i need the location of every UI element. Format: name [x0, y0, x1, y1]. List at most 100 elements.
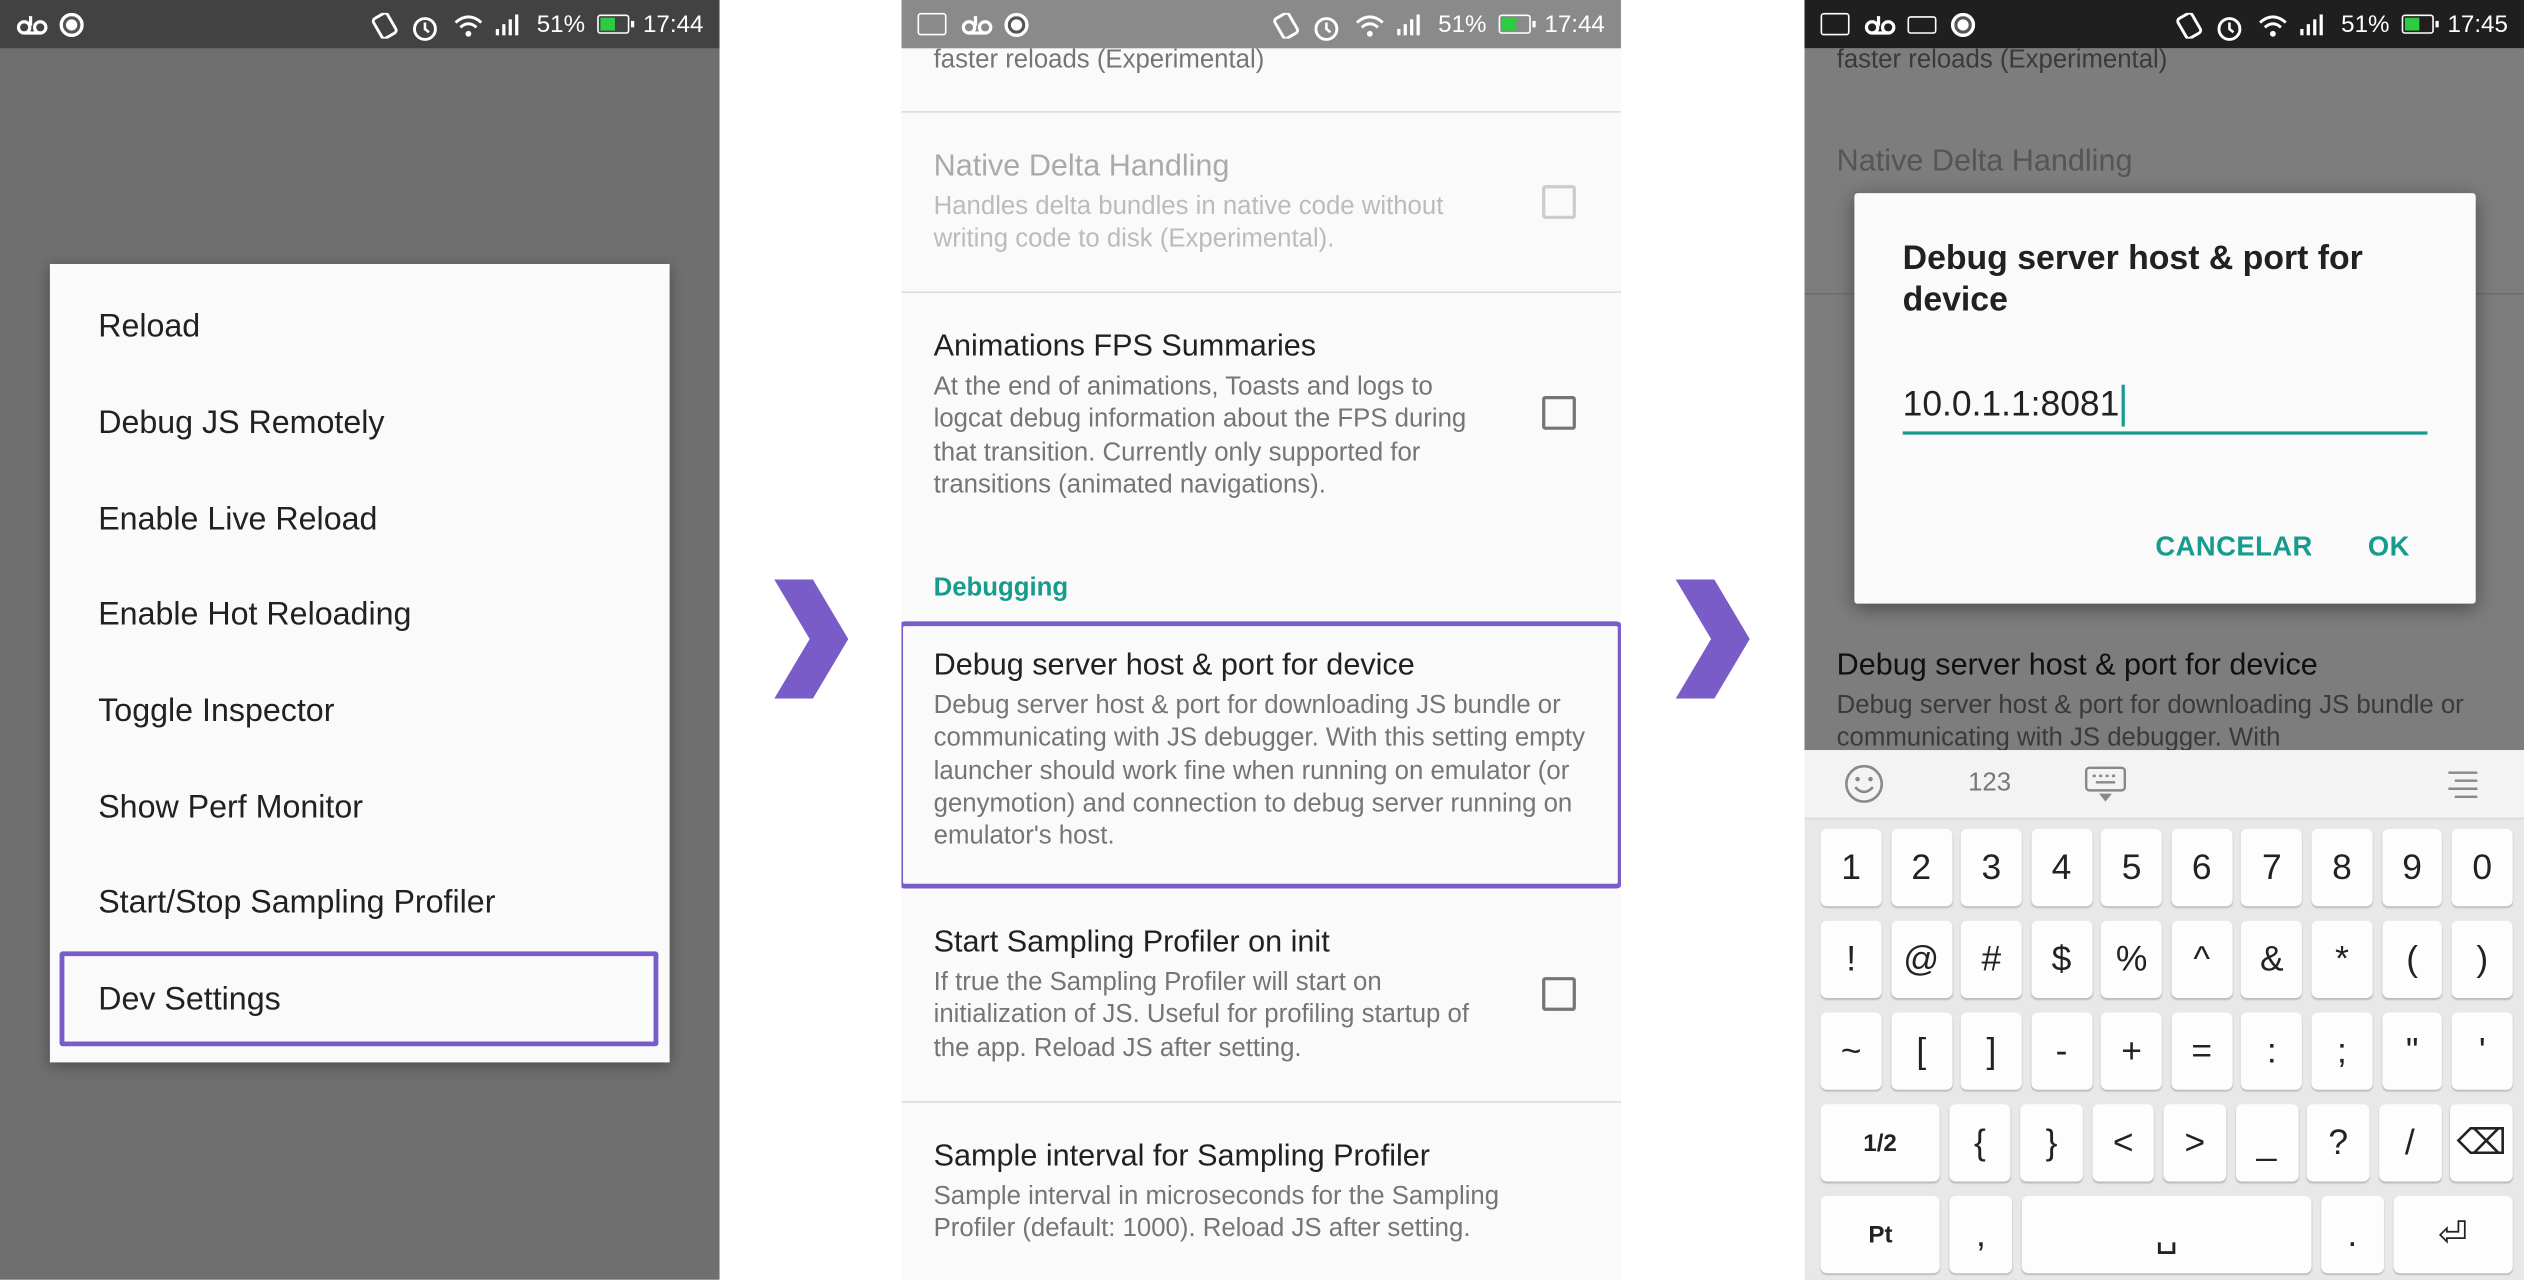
- cancel-button[interactable]: CANCELAR: [2155, 531, 2312, 563]
- key-language[interactable]: Pt: [1820, 1196, 1941, 1274]
- voicemail-icon: [961, 13, 993, 36]
- ok-button[interactable]: OK: [2368, 531, 2410, 563]
- key[interactable]: }: [2020, 1104, 2083, 1182]
- keyboard-menu-icon[interactable]: [2442, 761, 2484, 806]
- menu-item-enable-hot-reloading[interactable]: Enable Hot Reloading: [50, 568, 670, 664]
- alarm-icon: [1313, 13, 1342, 41]
- menu-item-show-perf-monitor[interactable]: Show Perf Monitor: [50, 760, 670, 856]
- setting-sample-interval[interactable]: Sample interval for Sampling Profiler Sa…: [901, 1104, 1621, 1279]
- vibrate-icon: [1271, 11, 1300, 40]
- menu-item-reload[interactable]: Reload: [50, 280, 670, 376]
- key[interactable]: ~: [1820, 1012, 1882, 1090]
- soft-keyboard: 123 1 2 3 4 5 6 7 8 9 0 ! @ # $ % ^ & * …: [1804, 750, 2524, 1280]
- setting-title: Animations FPS Summaries: [933, 329, 1317, 364]
- setting-animations-fps[interactable]: Animations FPS Summaries At the end of a…: [901, 295, 1621, 528]
- key-page-toggle[interactable]: 1/2: [1820, 1104, 1940, 1182]
- enter-key[interactable]: ⏎: [2392, 1196, 2513, 1274]
- key[interactable]: 9: [2381, 828, 2443, 907]
- image-icon: [1820, 12, 1850, 36]
- setting-summary: At the end of animations, Toasts and log…: [933, 373, 1467, 499]
- key[interactable]: 8: [2311, 828, 2373, 907]
- clock: 17:44: [1544, 10, 1605, 38]
- highlight-dev-settings: [59, 951, 659, 1047]
- key[interactable]: 5: [2101, 828, 2163, 907]
- key[interactable]: 0: [2451, 828, 2513, 907]
- key[interactable]: [: [1890, 1012, 1952, 1090]
- key-comma[interactable]: ,: [1949, 1196, 2013, 1274]
- key-period[interactable]: .: [2320, 1196, 2384, 1274]
- sampling-profiler-init-checkbox[interactable]: [1542, 977, 1576, 1011]
- emoji-icon[interactable]: [1840, 761, 1888, 806]
- status-bar: 51% 17:44: [901, 0, 1621, 49]
- battery-icon: [2402, 14, 2440, 34]
- key[interactable]: 4: [2030, 828, 2093, 907]
- setting-sampling-profiler-on-init[interactable]: Start Sampling Profiler on init If true …: [901, 890, 1621, 1103]
- backspace-key[interactable]: ⌫: [2450, 1104, 2513, 1182]
- keyboard-hide-icon[interactable]: [2078, 761, 2133, 806]
- key[interactable]: 1: [1820, 828, 1882, 907]
- battery-icon: [1499, 14, 1537, 34]
- key[interactable]: ;: [2311, 1012, 2373, 1090]
- wifi-icon: [2257, 13, 2288, 37]
- record-icon: [1004, 12, 1029, 37]
- key[interactable]: ?: [2306, 1104, 2370, 1182]
- key[interactable]: _: [2235, 1104, 2298, 1182]
- numeric-mode-key[interactable]: 123: [1957, 761, 2021, 806]
- menu-item-debug-js-remotely[interactable]: Debug JS Remotely: [50, 376, 670, 472]
- key[interactable]: 7: [2241, 828, 2303, 907]
- alarm-icon: [411, 13, 440, 41]
- key[interactable]: +: [2101, 1012, 2163, 1090]
- host-port-input[interactable]: 10.0.1.1:8081: [1902, 383, 2428, 435]
- next-step-arrow-icon: [1675, 579, 1750, 699]
- setting-title: Sample interval for Sampling Profiler: [933, 1139, 1430, 1174]
- key[interactable]: &: [2241, 920, 2303, 999]
- menu-item-enable-live-reload[interactable]: Enable Live Reload: [50, 472, 670, 568]
- setting-summary: Sample interval in microseconds for the …: [933, 1183, 1500, 1244]
- text-cursor: [2120, 385, 2125, 427]
- keyboard-icon: [1907, 15, 1937, 33]
- animations-fps-checkbox[interactable]: [1542, 395, 1576, 430]
- key[interactable]: 3: [1960, 828, 2022, 907]
- key[interactable]: ): [2451, 920, 2513, 999]
- alarm-icon: [2216, 13, 2245, 41]
- key[interactable]: -: [2030, 1012, 2093, 1090]
- signal-icon: [2299, 13, 2328, 36]
- key[interactable]: ]: [1960, 1012, 2022, 1090]
- setting-summary: faster reloads (Experimental): [933, 46, 1265, 75]
- host-port-value: 10.0.1.1:8081: [1902, 383, 2120, 424]
- key[interactable]: >: [2163, 1104, 2227, 1182]
- menu-item-sampling-profiler[interactable]: Start/Stop Sampling Profiler: [50, 857, 670, 953]
- key[interactable]: ^: [2171, 920, 2233, 999]
- vibrate-icon: [2174, 11, 2203, 40]
- panel-host-dialog: 51% 17:45 faster reloads (Experimental) …: [1804, 0, 2524, 1280]
- key[interactable]: %: [2101, 920, 2163, 999]
- key[interactable]: @: [1890, 920, 1952, 999]
- key[interactable]: *: [2311, 920, 2373, 999]
- battery-percent: 51%: [536, 10, 586, 38]
- key[interactable]: (: [2381, 920, 2443, 999]
- menu-item-toggle-inspector[interactable]: Toggle Inspector: [50, 664, 670, 760]
- panel-dev-settings: 51% 17:44 faster reloads (Experimental) …: [901, 0, 1621, 1280]
- key[interactable]: #: [1960, 920, 2022, 999]
- key[interactable]: 2: [1890, 828, 1952, 907]
- keyboard-row-digits: 1 2 3 4 5 6 7 8 9 0: [1820, 828, 2513, 907]
- space-key[interactable]: ␣: [2021, 1196, 2312, 1274]
- key[interactable]: !: [1820, 920, 1882, 999]
- key[interactable]: {: [1948, 1104, 2012, 1182]
- native-delta-checkbox: [1542, 185, 1576, 219]
- setting-summary: Handles delta bundles in native code wit…: [933, 193, 1444, 254]
- vibrate-icon: [369, 11, 399, 40]
- host-port-dialog: Debug server host & port for device 10.0…: [1854, 193, 2476, 604]
- key[interactable]: =: [2171, 1012, 2233, 1090]
- key[interactable]: <: [2091, 1104, 2155, 1182]
- key[interactable]: /: [2378, 1104, 2442, 1182]
- battery-percent: 51%: [2341, 10, 2390, 38]
- key[interactable]: ': [2451, 1012, 2513, 1090]
- setting-summary: If true the Sampling Profiler will start…: [933, 969, 1470, 1062]
- key[interactable]: :: [2241, 1012, 2303, 1090]
- key[interactable]: $: [2030, 920, 2093, 999]
- key[interactable]: 6: [2171, 828, 2233, 907]
- tutorial-strip: 51% 17:44 Reload Debug JS Remotely Enabl…: [0, 0, 2524, 1280]
- dev-menu-dialog: Reload Debug JS Remotely Enable Live Rel…: [49, 263, 670, 1063]
- key[interactable]: ": [2381, 1012, 2443, 1090]
